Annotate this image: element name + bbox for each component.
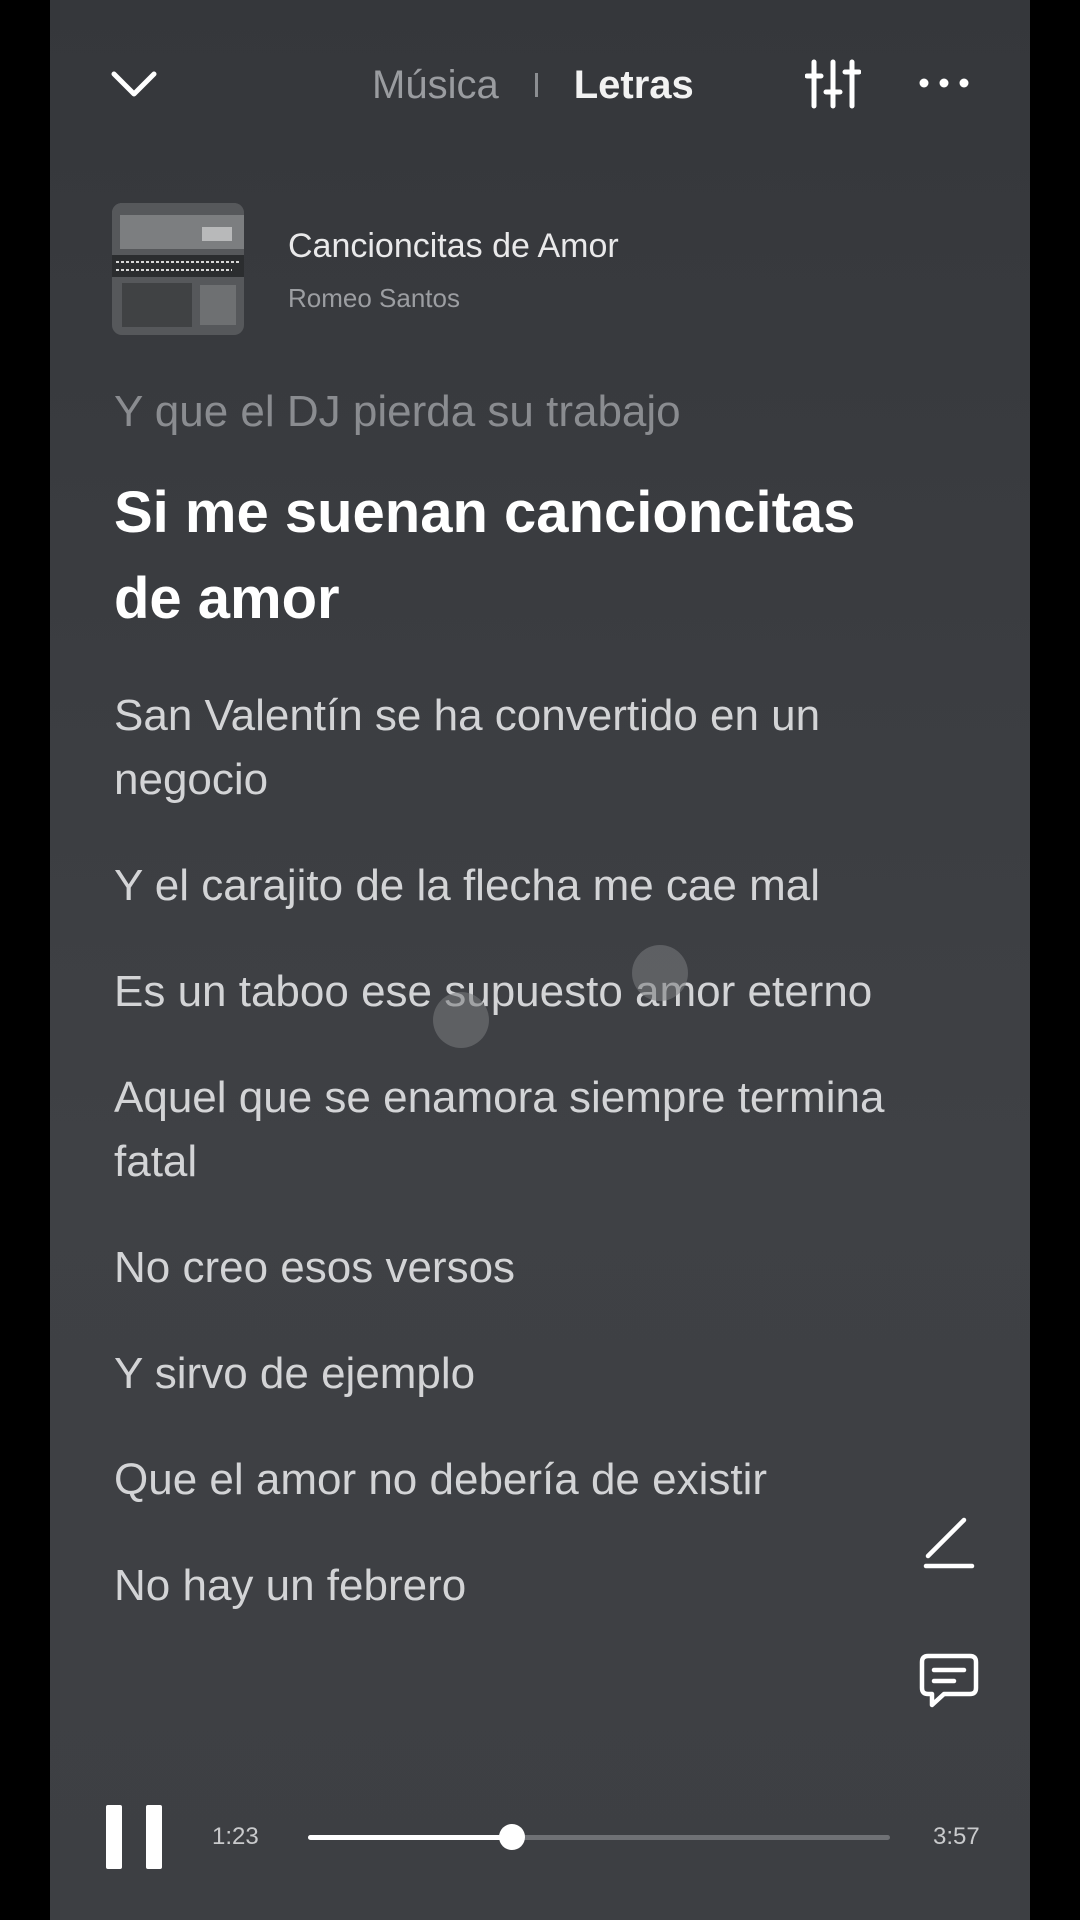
cover-art-image — [112, 203, 244, 335]
back-button[interactable] — [108, 62, 160, 106]
pause-icon — [106, 1805, 122, 1869]
lyric-line[interactable]: No creo esos versos — [114, 1236, 934, 1300]
pause-icon — [146, 1805, 162, 1869]
tab-bar: Música Letras — [372, 60, 694, 110]
more-dots-icon — [919, 78, 969, 88]
tab-lyrics[interactable]: Letras — [574, 63, 694, 108]
lyrics-list[interactable]: Y que el DJ pierda su trabajo Si me suena… — [114, 380, 934, 1618]
song-artist: Romeo Santos — [288, 283, 460, 313]
lyric-line[interactable]: Es un taboo ese supuesto amor eterno — [114, 960, 934, 1024]
lyric-line[interactable]: Que el amor no debería de existir — [114, 1448, 934, 1512]
more-options-button[interactable] — [916, 68, 972, 98]
current-time: 1:23 — [212, 1823, 259, 1850]
seek-bar[interactable] — [308, 1824, 890, 1850]
lyric-line-current[interactable]: Si me suenan cancioncitas de amor — [114, 470, 934, 642]
pause-button[interactable] — [106, 1805, 166, 1869]
song-info[interactable]: Cancioncitas de Amor Romeo Santos — [112, 203, 972, 338]
seek-bar-thumb[interactable] — [498, 1824, 525, 1850]
lyric-line[interactable]: San Valentín se ha convertido en un nego… — [114, 684, 934, 812]
lyric-line[interactable]: No hay un febrero — [114, 1554, 934, 1618]
lyric-line[interactable]: Y el carajito de la flecha me cae mal — [114, 854, 934, 918]
equalizer-icon — [804, 59, 862, 109]
comment-icon — [919, 1653, 979, 1708]
top-bar: Música Letras — [50, 40, 1030, 130]
playback-bar: 1:23 3:57 — [50, 1795, 1030, 1875]
total-time: 3:57 — [933, 1823, 980, 1850]
album-cover — [112, 203, 244, 335]
lyric-line[interactable]: Aquel que se enamora siempre termina fat… — [114, 1066, 934, 1194]
chevron-down-icon — [111, 71, 157, 97]
seek-bar-progress — [308, 1835, 512, 1840]
touch-indicator — [433, 992, 489, 1048]
tab-music[interactable]: Música — [372, 63, 499, 108]
equalizer-button[interactable] — [804, 56, 862, 112]
touch-indicator — [632, 945, 688, 1001]
song-title: Cancioncitas de Amor — [288, 227, 619, 265]
lyric-line[interactable]: Y sirvo de ejemplo — [114, 1342, 934, 1406]
lyric-line[interactable]: Y que el DJ pierda su trabajo — [114, 380, 934, 444]
tab-divider — [534, 73, 538, 97]
edit-lyrics-button[interactable] — [920, 1510, 976, 1570]
pencil-icon — [923, 1517, 975, 1569]
comment-button[interactable] — [918, 1652, 980, 1710]
lyrics-screen: Música Letras Cancioncitas de Amor Romeo… — [50, 0, 1030, 1920]
